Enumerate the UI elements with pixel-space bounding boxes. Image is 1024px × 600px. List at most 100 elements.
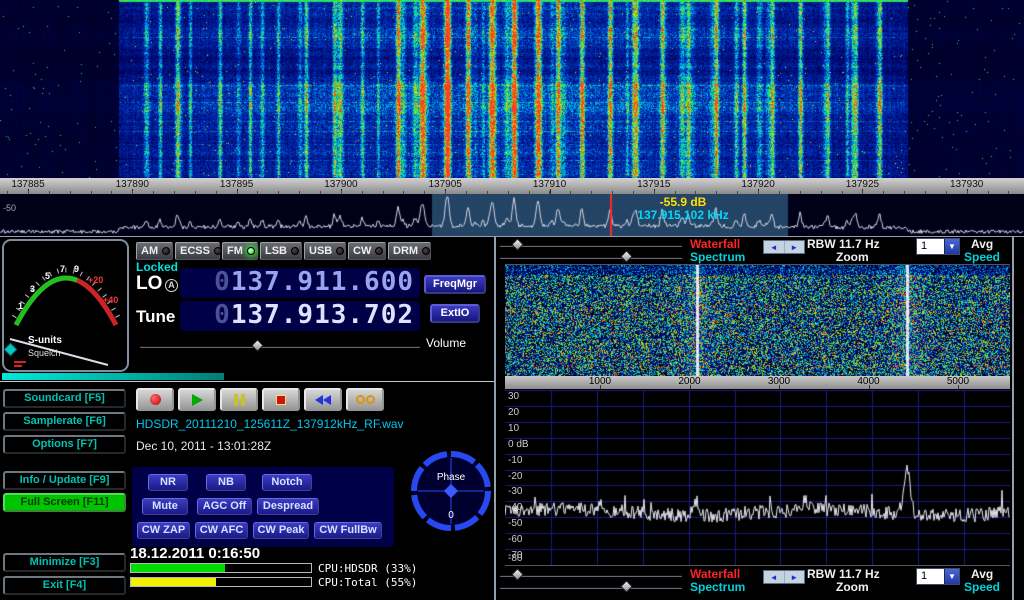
rewind-button[interactable] [304, 388, 342, 411]
nr-button[interactable]: NR [148, 474, 188, 491]
cw-zap-button[interactable]: CW ZAP [137, 522, 190, 539]
info-update-button[interactable]: Info / Update [F9] [3, 471, 126, 490]
spin-left-icon[interactable]: ◄ [764, 571, 785, 583]
despread-button[interactable]: Despread [257, 498, 319, 515]
rf-spectrum-display[interactable] [0, 194, 1024, 236]
spin-right-icon[interactable]: ► [785, 571, 805, 583]
mode-lamp [247, 247, 255, 255]
loop-button[interactable] [346, 388, 384, 411]
mode-button-fm[interactable]: FM [222, 242, 258, 260]
stop-button[interactable] [262, 388, 300, 411]
minimize-button[interactable]: Minimize [F3] [3, 553, 126, 572]
mode-button-usb[interactable]: USB [304, 242, 346, 260]
mode-label: USB [309, 245, 332, 257]
freqmgr-button[interactable]: FreqMgr [424, 275, 486, 294]
options-button[interactable]: Options [F7] [3, 435, 126, 454]
squelch-label: Squelch [28, 348, 61, 358]
waterfall-label-2[interactable]: Waterfall [690, 567, 740, 581]
waterfall-upper-slider-2[interactable] [500, 569, 682, 581]
mute-button[interactable]: Mute [142, 498, 188, 515]
s-units-label: S-units [28, 335, 62, 346]
mode-button-cw[interactable]: CW [348, 242, 386, 260]
recording-timestamp: Dec 10, 2011 - 13:01:28Z [136, 439, 271, 453]
avg-combobox-value[interactable]: 1 [917, 569, 944, 584]
mode-label: CW [353, 245, 371, 257]
rbw-spinner-2[interactable]: ◄ ► [763, 570, 805, 584]
display-controls-top: Waterfall Spectrum ◄ ► RBW 11.7 Hz Zoom … [497, 237, 1024, 265]
exit-button[interactable]: Exit [F4] [3, 576, 126, 595]
extio-button[interactable]: ExtIO [430, 304, 480, 323]
frequency-scale[interactable]: 1378851378901378951379001379051379101379… [0, 178, 1024, 194]
spin-left-icon[interactable]: ◄ [764, 241, 785, 253]
notch-button[interactable]: Notch [262, 474, 312, 491]
cw-fullbw-button[interactable]: CW FullBw [314, 522, 382, 539]
s-meter-scale-9: 9 [74, 264, 79, 274]
spectrum-label-2[interactable]: Spectrum [690, 580, 745, 594]
volume-slider[interactable] [140, 340, 420, 352]
level-bar[interactable] [2, 373, 224, 380]
mode-label: FM [227, 245, 243, 257]
mode-lamp [336, 247, 344, 255]
volume-slider-thumb[interactable] [251, 339, 264, 352]
rbw-spinner[interactable]: ◄ ► [763, 240, 805, 254]
rbw-label: RBW 11.7 Hz [807, 237, 880, 251]
tune-frequency-display[interactable]: 0137.913.702 [180, 301, 420, 331]
avg-label-2: Avg [971, 567, 993, 581]
s-meter-scale-plus20: +20 [88, 275, 103, 285]
cpu-hdsdr-row: CPU:HDSDR (33%) [130, 563, 520, 575]
mode-button-am[interactable]: AM [136, 242, 173, 260]
play-button[interactable] [178, 388, 216, 411]
slider-thumb[interactable] [621, 580, 634, 593]
s-meter-face: 1 3 5 7 9 +20 +40 S-units Squelch [4, 241, 127, 370]
spectrum-db-scale-label: -50 [3, 203, 16, 213]
soundcard-button[interactable]: Soundcard [F5] [3, 389, 126, 408]
speed-label: Speed [964, 250, 1000, 264]
cw-peak-button[interactable]: CW Peak [253, 522, 309, 539]
lo-label: LO [136, 273, 162, 295]
pause-button[interactable] [220, 388, 258, 411]
s-meter-scale-7: 7 [60, 264, 65, 274]
waterfall-label[interactable]: Waterfall [690, 237, 740, 251]
spectrum-lower-slider-2[interactable] [500, 581, 682, 593]
lo-lock-badge[interactable]: A [165, 279, 178, 292]
s-meter: 1 3 5 7 9 +20 +40 S-units Squelch [2, 239, 129, 372]
lo-frequency-digits[interactable]: 137.911.600 [231, 267, 414, 297]
mode-button-drm[interactable]: DRM [388, 242, 431, 260]
fullscreen-button[interactable]: Full Screen [F11] [3, 493, 126, 512]
agc-off-button[interactable]: AGC Off [197, 498, 252, 515]
play-icon [192, 394, 203, 406]
audio-spectrum-display[interactable] [505, 390, 1010, 566]
audio-frequency-axis[interactable]: 10002000300040005000 [505, 376, 1010, 389]
mode-lamp [375, 247, 383, 255]
spectrum-label[interactable]: Spectrum [690, 250, 745, 264]
cw-afc-button[interactable]: CW AFC [195, 522, 248, 539]
spin-right-icon[interactable]: ► [785, 241, 805, 253]
avg-combobox[interactable]: 1 ▼ [916, 238, 960, 255]
slider-thumb[interactable] [511, 238, 524, 251]
slider-track [500, 574, 682, 577]
lo-frequency-display[interactable]: 0137.911.600 [180, 268, 420, 298]
avg-combobox-value[interactable]: 1 [917, 239, 944, 254]
audio-waterfall-display[interactable] [505, 264, 1010, 376]
slider-thumb[interactable] [511, 568, 524, 581]
samplerate-button[interactable]: Samplerate [F6] [3, 412, 126, 431]
tune-frequency-digits[interactable]: 137.913.702 [231, 300, 414, 330]
mode-button-ecss[interactable]: ECSS [175, 242, 220, 260]
cpu-total-label: CPU:Total (55%) [318, 576, 417, 589]
cursor-frequency-value: 137.915.102 kHz [598, 209, 768, 222]
phase-indicator: Phase 0 [406, 446, 496, 536]
slider-thumb[interactable] [621, 250, 634, 263]
cpu-total-row: CPU:Total (55%) [130, 577, 520, 589]
mode-button-lsb[interactable]: LSB [260, 242, 302, 260]
rf-spectrum-strip[interactable]: -50 -55.9 dB 137.915.102 kHz [0, 194, 1024, 236]
combobox-dropdown-icon[interactable]: ▼ [944, 239, 959, 254]
spectrum-lower-slider[interactable] [500, 251, 682, 263]
avg-combobox-2[interactable]: 1 ▼ [916, 568, 960, 585]
waterfall-upper-slider[interactable] [500, 239, 682, 251]
combobox-dropdown-icon[interactable]: ▼ [944, 569, 959, 584]
squelch-slider-thumb[interactable] [4, 343, 17, 356]
main-waterfall-display[interactable] [0, 0, 1024, 178]
display-controls-bottom: Waterfall Spectrum ◄ ► RBW 11.7 Hz Zoom … [497, 567, 1024, 595]
record-button[interactable] [136, 388, 174, 411]
nb-button[interactable]: NB [206, 474, 246, 491]
